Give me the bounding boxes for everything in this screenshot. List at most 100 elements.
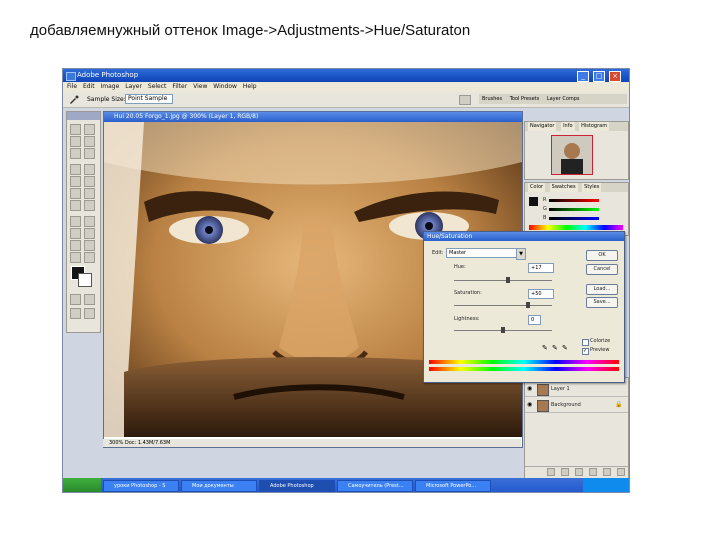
colorize-checkbox[interactable]: [582, 339, 589, 346]
path-select-icon[interactable]: [70, 216, 81, 227]
layer-thumbnail: [537, 384, 549, 396]
healing-brush-icon[interactable]: [70, 164, 81, 175]
type-tool-icon[interactable]: [84, 216, 95, 227]
screen-mode-icon[interactable]: [70, 308, 81, 319]
tab-color[interactable]: Color: [528, 183, 546, 192]
history-brush-icon[interactable]: [84, 176, 95, 187]
color-ramp[interactable]: [529, 225, 623, 230]
saturation-slider-track[interactable]: [454, 305, 552, 306]
saturation-slider-thumb[interactable]: [525, 302, 530, 308]
eyedropper-minus-icon[interactable]: ✎: [562, 344, 568, 352]
menu-view[interactable]: View: [193, 82, 207, 92]
channel-r-slider[interactable]: [549, 199, 599, 202]
options-bar: Sample Size: Point Sample Brushes Tool P…: [63, 92, 629, 108]
minimize-button[interactable]: _: [577, 71, 589, 82]
checkmark-icon: ✓: [583, 348, 588, 354]
cancel-button[interactable]: Cancel: [586, 264, 618, 275]
hand-tool-icon[interactable]: [70, 252, 81, 263]
slice-tool-icon[interactable]: [84, 148, 95, 159]
menu-file[interactable]: File: [67, 82, 77, 92]
lightness-slider-thumb[interactable]: [501, 327, 505, 333]
color-fg-swatch[interactable]: [529, 197, 538, 206]
menu-window[interactable]: Window: [213, 82, 237, 92]
brush-tool-icon[interactable]: [84, 164, 95, 175]
tab-info[interactable]: Info: [561, 122, 575, 131]
notes-tool-icon[interactable]: [70, 240, 81, 251]
taskbar-item[interactable]: Adobe Photoshop: [259, 480, 335, 492]
channel-b-slider[interactable]: [549, 217, 599, 220]
new-group-icon[interactable]: [589, 468, 597, 476]
quickmask-mode-icon[interactable]: [84, 294, 95, 305]
layer-style-icon[interactable]: [561, 468, 569, 476]
magic-wand-icon[interactable]: [84, 136, 95, 147]
taskbar-item[interactable]: уроки Photoshop - S: [103, 480, 179, 492]
close-button[interactable]: ×: [609, 71, 621, 82]
tab-layer-comps[interactable]: Layer Comps: [547, 96, 580, 102]
fullscreen-mode-icon[interactable]: [84, 308, 95, 319]
menu-image[interactable]: Image: [101, 82, 120, 92]
taskbar-item[interactable]: Самоучитель (Prest...: [337, 480, 413, 492]
zoom-tool-icon[interactable]: [84, 252, 95, 263]
tab-tool-presets[interactable]: Tool Presets: [510, 96, 540, 102]
trash-icon[interactable]: [617, 468, 625, 476]
photoshop-screen: Adobe Photoshop _ □ × File Edit Image La…: [62, 68, 630, 493]
eye-icon[interactable]: ◉: [527, 401, 532, 408]
tab-histogram[interactable]: Histogram: [579, 122, 610, 131]
shape-tool-icon[interactable]: [84, 228, 95, 239]
menu-help[interactable]: Help: [243, 82, 257, 92]
channel-g-label: G: [543, 206, 547, 212]
taskbar-item[interactable]: Microsoft PowerPo...: [415, 480, 491, 492]
background-color-swatch[interactable]: [78, 273, 92, 287]
tab-brushes[interactable]: Brushes: [482, 96, 502, 102]
eyedropper-plus-icon[interactable]: ✎: [552, 344, 558, 352]
ok-button[interactable]: OK: [586, 250, 618, 261]
hue-slider-thumb[interactable]: [505, 277, 510, 283]
move-tool-icon[interactable]: [84, 124, 95, 135]
layer-mask-icon[interactable]: [575, 468, 583, 476]
eyedropper-icon[interactable]: ✎: [542, 344, 548, 352]
pen-tool-icon[interactable]: [70, 228, 81, 239]
tab-navigator[interactable]: Navigator: [528, 122, 557, 131]
navigator-thumbnail[interactable]: [551, 135, 593, 175]
menu-select[interactable]: Select: [148, 82, 167, 92]
tab-swatches[interactable]: Swatches: [549, 183, 578, 192]
gradient-tool-icon[interactable]: [84, 188, 95, 199]
channel-g-slider[interactable]: [549, 208, 599, 211]
blur-tool-icon[interactable]: [70, 200, 81, 211]
eyedropper-tool-icon[interactable]: [84, 240, 95, 251]
new-layer-icon[interactable]: [603, 468, 611, 476]
lasso-tool-icon[interactable]: [70, 136, 81, 147]
start-button[interactable]: [63, 478, 101, 492]
standard-mode-icon[interactable]: [70, 294, 81, 305]
eyedropper-icon[interactable]: [69, 95, 79, 104]
eye-icon[interactable]: ◉: [527, 385, 532, 392]
dodge-tool-icon[interactable]: [84, 200, 95, 211]
saturation-input[interactable]: +50: [528, 289, 554, 299]
load-button[interactable]: Load...: [586, 284, 618, 295]
stamp-tool-icon[interactable]: [70, 176, 81, 187]
menu-filter[interactable]: Filter: [172, 82, 187, 92]
layer-row[interactable]: ◉ Background 🔒: [525, 398, 628, 413]
link-layers-icon[interactable]: [547, 468, 555, 476]
edit-select[interactable]: Master: [446, 248, 518, 258]
palette-well-icon[interactable]: [459, 95, 471, 105]
app-titlebar: Adobe Photoshop _ □ ×: [63, 69, 629, 82]
sample-size-select[interactable]: Point Sample: [125, 94, 173, 104]
layer-row[interactable]: ◉ Layer 1: [525, 382, 628, 397]
hue-input[interactable]: +17: [528, 263, 554, 273]
taskbar-item[interactable]: Мои документы: [181, 480, 257, 492]
maximize-button[interactable]: □: [593, 71, 605, 82]
lightness-value: 0: [531, 317, 535, 323]
hue-slider-track[interactable]: [454, 280, 552, 281]
lightness-input[interactable]: 0: [528, 315, 541, 325]
eraser-tool-icon[interactable]: [70, 188, 81, 199]
navigator-tabs: Navigator Info Histogram: [525, 122, 628, 131]
chevron-down-icon[interactable]: ▼: [516, 248, 526, 260]
crop-tool-icon[interactable]: [70, 148, 81, 159]
tab-styles[interactable]: Styles: [582, 183, 602, 192]
menu-edit[interactable]: Edit: [83, 82, 95, 92]
marquee-tool-icon[interactable]: [70, 124, 81, 135]
preview-checkbox[interactable]: ✓: [582, 348, 589, 355]
save-button[interactable]: Save...: [586, 297, 618, 308]
menu-layer[interactable]: Layer: [125, 82, 142, 92]
